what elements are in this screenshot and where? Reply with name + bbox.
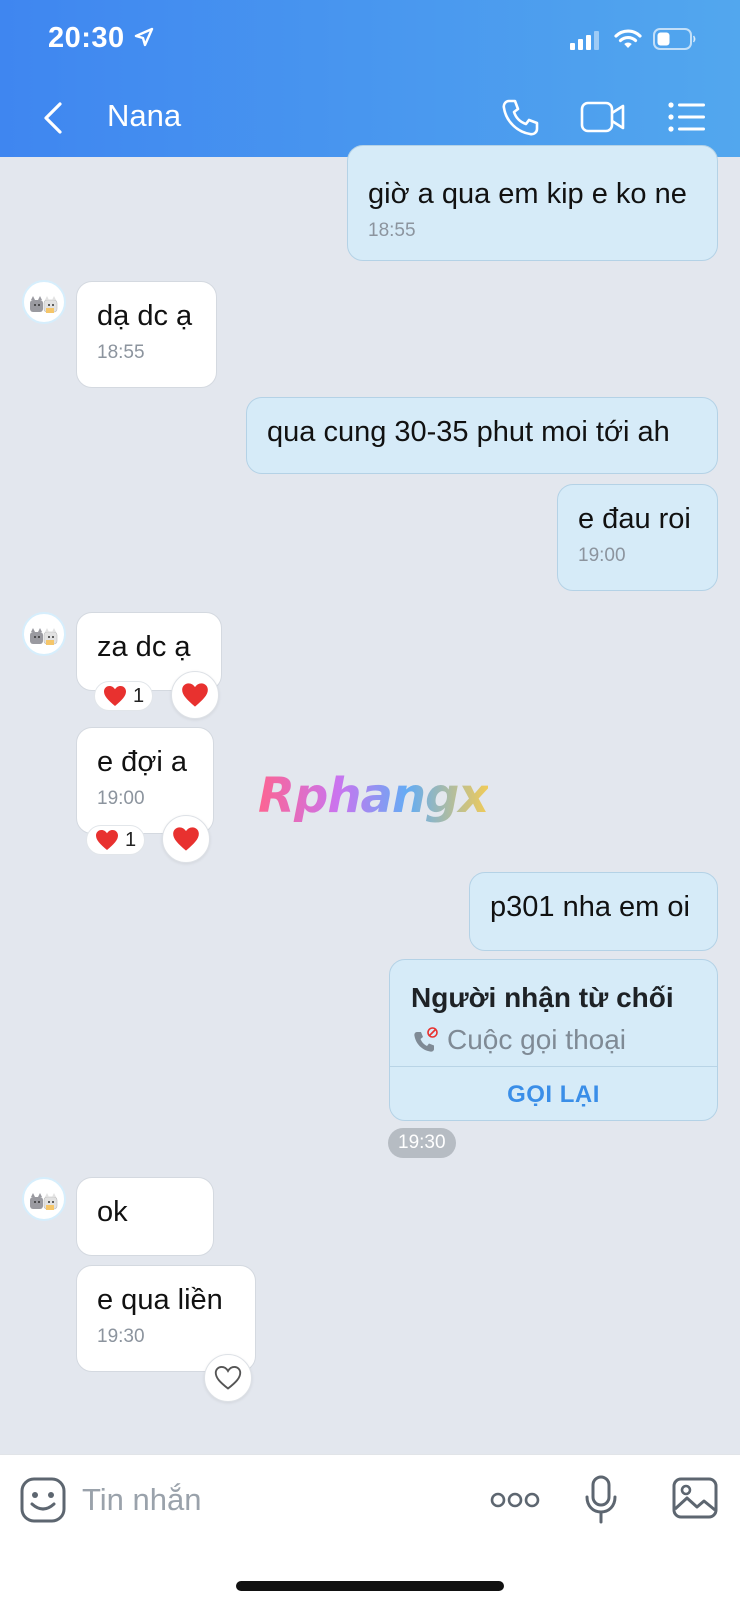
message-text: za dc ạ [97, 631, 191, 663]
call-back-button[interactable]: GỌI LẠI [390, 1067, 717, 1120]
react-button[interactable] [162, 815, 210, 863]
phone-icon[interactable] [500, 98, 540, 138]
cat-avatar-icon [30, 628, 58, 645]
message-text: p301 nha em oi [490, 891, 690, 923]
home-indicator [236, 1581, 504, 1591]
emoji-icon[interactable] [20, 1477, 66, 1523]
battery-icon [653, 28, 696, 50]
cat-avatar-icon [30, 296, 58, 313]
call-card-title: Người nhận từ chối [411, 982, 674, 1013]
message-text: e đau roi [578, 503, 691, 535]
message-text: qua cung 30-35 phut moi tới ah [267, 416, 670, 448]
message-bubble-outgoing[interactable]: qua cung 30-35 phut moi tới ah [246, 397, 718, 474]
cat-avatar-icon [30, 1193, 58, 1210]
list-menu-icon[interactable] [668, 102, 706, 132]
image-icon[interactable] [672, 1477, 718, 1519]
back-icon[interactable] [36, 98, 72, 138]
composer-bar [0, 1454, 740, 1600]
call-time-badge: 19:30 [388, 1128, 456, 1158]
avatar[interactable] [22, 612, 66, 656]
heart-outline-icon [214, 1365, 242, 1390]
react-button[interactable] [171, 671, 219, 719]
message-bubble-incoming[interactable]: dạ dc ạ 18:55 [76, 281, 217, 388]
more-icon[interactable] [490, 1491, 540, 1509]
mic-icon[interactable] [584, 1475, 618, 1525]
message-text: dạ dc ạ [97, 300, 193, 332]
message-bubble-outgoing[interactable]: p301 nha em oi [469, 872, 718, 951]
watermark-logo: Rphangx [258, 768, 489, 824]
chat-title[interactable]: Nana [107, 98, 181, 134]
heart-icon [173, 827, 199, 851]
message-text: ok [97, 1196, 128, 1228]
message-bubble-outgoing[interactable]: giờ a qua em kip e ko ne 18:55 [347, 145, 718, 261]
heart-icon [182, 683, 208, 707]
signal-icon [570, 31, 599, 50]
message-bubble-outgoing[interactable]: e đau roi 19:00 [557, 484, 718, 591]
message-text: e qua liền [97, 1284, 223, 1316]
video-icon[interactable] [580, 100, 626, 134]
missed-call-icon [414, 1027, 438, 1052]
reaction-count-value: 1 [125, 828, 137, 851]
reaction-count[interactable]: 1 [86, 825, 146, 855]
chat-header: 20:30 Nana [0, 0, 740, 157]
react-button[interactable] [204, 1354, 252, 1402]
heart-icon [96, 830, 118, 850]
avatar[interactable] [22, 1177, 66, 1221]
message-time: 19:30 [97, 1326, 145, 1347]
call-card-subtitle: Cuộc gọi thoại [411, 1024, 626, 1056]
call-card: Người nhận từ chối Cuộc gọi thoại GỌI LẠ… [389, 959, 718, 1121]
reaction-count-value: 1 [133, 684, 145, 707]
message-time: 19:00 [578, 545, 626, 566]
message-time: 18:55 [97, 342, 145, 363]
message-input[interactable] [82, 1475, 442, 1525]
message-bubble-incoming[interactable]: ok [76, 1177, 214, 1256]
message-time: 18:55 [368, 220, 416, 241]
message-time: 19:00 [97, 788, 145, 809]
heart-icon [104, 686, 126, 706]
reaction-count[interactable]: 1 [94, 681, 154, 711]
wifi-icon [614, 29, 642, 48]
avatar[interactable] [22, 280, 66, 324]
call-card-subtitle-text: Cuộc gọi thoại [447, 1024, 627, 1055]
location-arrow-icon [134, 27, 154, 47]
message-text: giờ a qua em kip e ko ne [368, 178, 687, 210]
status-time: 20:30 [48, 22, 125, 54]
message-text: e đợi a [97, 746, 187, 778]
